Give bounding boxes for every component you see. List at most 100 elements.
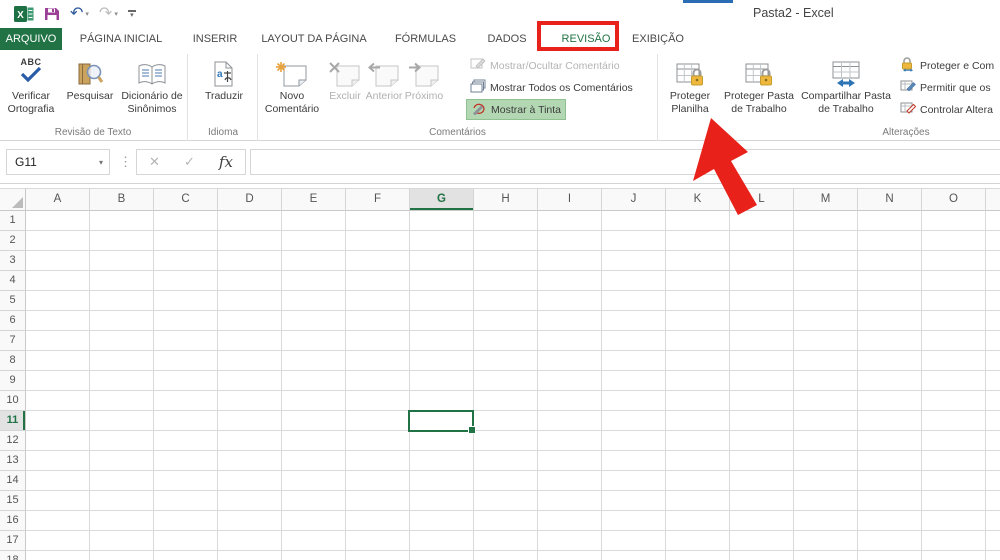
traduzir-button[interactable]: a Traduzir bbox=[196, 52, 252, 136]
tab-dados[interactable]: DADOS bbox=[473, 28, 541, 50]
protect-workbook-icon bbox=[720, 52, 798, 88]
column-header-B[interactable]: B bbox=[90, 189, 154, 211]
svg-text:X: X bbox=[17, 10, 24, 21]
permitir-que-os-usuarios-editem-button[interactable]: Permitir que os bbox=[896, 77, 995, 98]
column-header-L[interactable]: L bbox=[730, 189, 794, 211]
select-all-corner[interactable] bbox=[0, 189, 26, 211]
redo-button[interactable]: ↷ ▾ bbox=[99, 6, 118, 22]
column-header-K[interactable]: K bbox=[666, 189, 730, 211]
save-icon[interactable] bbox=[44, 6, 60, 22]
column-header-M[interactable]: M bbox=[794, 189, 858, 211]
tab-pagina-inicial[interactable]: PÁGINA INICIAL bbox=[62, 28, 180, 50]
ribbon: ABC Verificar Ortografia Pesquisar Dicio… bbox=[0, 50, 1000, 182]
tab-inserir[interactable]: INSERIR bbox=[180, 28, 250, 50]
excel-window: X ↶ ▾ ↷ ▾ ▾ Pasta2 - Excel ARQUIVO PÁGIN… bbox=[0, 0, 1000, 560]
row-header-8[interactable]: 8 bbox=[0, 351, 26, 371]
proteger-e-compartilhar-button[interactable]: Proteger e Com bbox=[896, 55, 998, 76]
compartilhar-pasta-de-trabalho-button[interactable]: Compartilhar Pasta de Trabalho bbox=[798, 52, 894, 136]
tab-exibicao[interactable]: EXIBIÇÃO bbox=[618, 28, 698, 50]
column-header-F[interactable]: F bbox=[346, 189, 410, 211]
tab-layout-da-pagina[interactable]: LAYOUT DA PÁGINA bbox=[250, 28, 378, 50]
share-workbook-icon bbox=[798, 52, 894, 88]
show-all-comments-icon bbox=[470, 79, 486, 96]
group-label-revisao-de-texto: Revisão de Texto bbox=[54, 127, 132, 138]
protect-share-icon bbox=[900, 56, 916, 75]
row-header-7[interactable]: 7 bbox=[0, 331, 26, 351]
row-header-4[interactable]: 4 bbox=[0, 271, 26, 291]
name-box-dropdown-icon[interactable]: ▾ bbox=[99, 158, 109, 167]
tab-arquivo[interactable]: ARQUIVO bbox=[0, 28, 62, 50]
row-header-11[interactable]: 11 bbox=[0, 411, 26, 431]
controlar-alteracoes-button[interactable]: Controlar Altera bbox=[896, 99, 997, 120]
column-header-G[interactable]: G bbox=[410, 189, 474, 211]
proximo-comentario-button: Próximo bbox=[401, 52, 447, 136]
show-hide-comment-icon bbox=[470, 57, 486, 74]
column-header-D[interactable]: D bbox=[218, 189, 282, 211]
formula-bar: G11 ▾ ⋮ ✕ ✓ fx bbox=[0, 141, 1000, 184]
excel-logo-icon[interactable]: X bbox=[14, 5, 34, 23]
cells-area[interactable] bbox=[26, 211, 1000, 560]
row-header-10[interactable]: 10 bbox=[0, 391, 26, 411]
enter-icon[interactable]: ✓ bbox=[184, 154, 195, 170]
redo-icon: ↷ bbox=[98, 5, 113, 22]
formula-input[interactable] bbox=[250, 149, 1000, 175]
pesquisar-button[interactable]: Pesquisar bbox=[62, 52, 118, 136]
group-label-comentarios: Comentários bbox=[429, 127, 486, 138]
allow-edit-ranges-icon bbox=[900, 79, 916, 96]
spell-check-icon: ABC bbox=[2, 52, 60, 88]
column-header-I[interactable]: I bbox=[538, 189, 602, 211]
thesaurus-icon bbox=[118, 52, 186, 88]
row-header-18[interactable]: 18 bbox=[0, 551, 26, 560]
protect-sheet-icon bbox=[660, 52, 720, 88]
customize-qat-icon[interactable]: ▾ bbox=[127, 10, 136, 19]
selected-cell-g11[interactable] bbox=[408, 410, 476, 434]
column-header-N[interactable]: N bbox=[858, 189, 922, 211]
column-header-partial bbox=[986, 189, 1000, 211]
row-header-3[interactable]: 3 bbox=[0, 251, 26, 271]
name-box[interactable]: G11 ▾ bbox=[6, 149, 110, 175]
svg-text:a: a bbox=[217, 69, 223, 80]
next-comment-icon bbox=[401, 52, 447, 88]
row-header-16[interactable]: 16 bbox=[0, 511, 26, 531]
column-header-C[interactable]: C bbox=[154, 189, 218, 211]
row-header-17[interactable]: 17 bbox=[0, 531, 26, 551]
row-header-2[interactable]: 2 bbox=[0, 231, 26, 251]
dicionario-de-sinonimos-button[interactable]: Dicionário de Sinônimos bbox=[118, 52, 186, 136]
row-header-13[interactable]: 13 bbox=[0, 451, 26, 471]
column-header-J[interactable]: J bbox=[602, 189, 666, 211]
column-headers: ABCDEFGHIJKLMNO bbox=[26, 189, 1000, 211]
row-header-5[interactable]: 5 bbox=[0, 291, 26, 311]
fill-handle[interactable] bbox=[468, 426, 476, 434]
novo-comentario-button[interactable]: Novo Comentário bbox=[262, 52, 322, 136]
row-header-14[interactable]: 14 bbox=[0, 471, 26, 491]
row-header-9[interactable]: 9 bbox=[0, 371, 26, 391]
insert-function-icon[interactable]: fx bbox=[219, 153, 233, 171]
cancel-icon[interactable]: ✕ bbox=[149, 154, 160, 170]
mostrar-a-tinta-button[interactable]: Mostrar à Tinta bbox=[466, 99, 567, 120]
proteger-pasta-de-trabalho-button[interactable]: Proteger Pasta de Trabalho bbox=[720, 52, 798, 136]
row-header-12[interactable]: 12 bbox=[0, 431, 26, 451]
show-ink-icon bbox=[471, 101, 487, 118]
row-header-15[interactable]: 15 bbox=[0, 491, 26, 511]
tab-formulas[interactable]: FÓRMULAS bbox=[378, 28, 473, 50]
column-header-O[interactable]: O bbox=[922, 189, 986, 211]
column-header-A[interactable]: A bbox=[26, 189, 90, 211]
undo-dropdown-icon[interactable]: ▾ bbox=[85, 10, 89, 18]
row-header-1[interactable]: 1 bbox=[0, 211, 26, 231]
ribbon-tab-bar: ARQUIVO PÁGINA INICIAL INSERIR LAYOUT DA… bbox=[0, 28, 1000, 50]
column-header-H[interactable]: H bbox=[474, 189, 538, 211]
undo-button[interactable]: ↶ ▾ bbox=[70, 6, 89, 22]
group-label-idioma: Idioma bbox=[207, 127, 238, 138]
row-headers: 1 2 3 4 5 6 7 8 9 10 11 12 13 14 15 16 17 18 bbox=[0, 211, 26, 560]
group-label-alteracoes: Alterações bbox=[882, 127, 930, 138]
track-changes-icon bbox=[900, 101, 917, 118]
undo-icon: ↶ bbox=[70, 5, 84, 22]
title-bar: X ↶ ▾ ↷ ▾ ▾ Pasta2 - Excel bbox=[0, 0, 1000, 28]
quick-access-toolbar: X ↶ ▾ ↷ ▾ ▾ bbox=[14, 4, 146, 24]
verificar-ortografia-button[interactable]: ABC Verificar Ortografia bbox=[2, 52, 60, 136]
proteger-planilha-button[interactable]: Proteger Planilha bbox=[660, 52, 720, 136]
row-header-6[interactable]: 6 bbox=[0, 311, 26, 331]
redo-dropdown-icon[interactable]: ▾ bbox=[114, 10, 118, 18]
column-header-E[interactable]: E bbox=[282, 189, 346, 211]
mostrar-todos-os-comentarios-button[interactable]: Mostrar Todos os Comentários bbox=[466, 77, 637, 98]
